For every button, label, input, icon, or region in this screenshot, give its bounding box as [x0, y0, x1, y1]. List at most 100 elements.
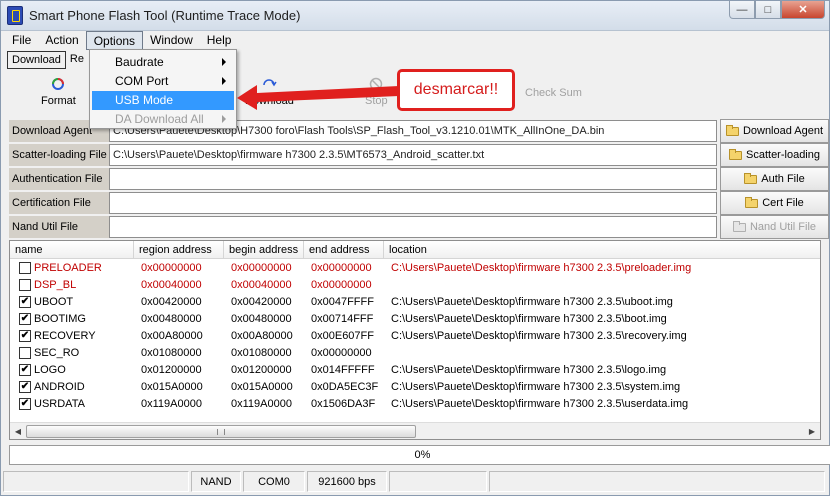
- column-begin-address[interactable]: begin address: [224, 241, 304, 259]
- row-checkbox[interactable]: ✔: [19, 398, 31, 410]
- menu-item-com-port[interactable]: COM Port: [92, 72, 234, 91]
- column-location[interactable]: location: [384, 241, 820, 259]
- auth-field[interactable]: [109, 168, 717, 190]
- checksum-button[interactable]: Check Sum: [525, 87, 582, 99]
- auth-button[interactable]: Auth File: [720, 167, 829, 191]
- app-icon: [7, 6, 23, 25]
- window-title: Smart Phone Flash Tool (Runtime Trace Mo…: [29, 8, 301, 23]
- maximize-button[interactable]: □: [755, 1, 781, 19]
- cell-begin: 0x01200000: [231, 364, 292, 376]
- menu-window[interactable]: Window: [143, 31, 200, 50]
- annotation-callout: desmarcar!!: [397, 69, 515, 111]
- scroll-thumb[interactable]: [26, 425, 416, 438]
- folder-icon: [725, 124, 739, 136]
- table-row[interactable]: PRELOADER 0x00000000 0x00000000 0x00000000 C…: [10, 260, 820, 277]
- cell-begin: 0x00420000: [231, 296, 292, 308]
- download-agent-button[interactable]: Download Agent: [720, 119, 829, 143]
- cell-end: 0x00E607FF: [311, 330, 374, 342]
- row-checkbox[interactable]: ✔: [19, 296, 31, 308]
- annotation-arrow-icon: [237, 85, 399, 110]
- auth-label: Authentication File: [9, 168, 109, 190]
- status-storage: NAND: [191, 471, 241, 492]
- tab-strip: Download Re: [7, 51, 88, 71]
- scatter-field[interactable]: C:\Users\Pauete\Desktop\firmware h7300 2…: [109, 144, 717, 166]
- menu-item-usb-mode[interactable]: USB Mode: [92, 91, 234, 110]
- scatter-button-label: Scatter-loading: [746, 149, 820, 161]
- cell-location: C:\Users\Pauete\Desktop\firmware h7300 2…: [391, 398, 689, 410]
- status-baud: 921600 bps: [307, 471, 387, 492]
- menu-action[interactable]: Action: [38, 31, 85, 50]
- options-menu: Baudrate COM Port USB Mode DA Download A…: [89, 49, 237, 129]
- column-name[interactable]: name: [10, 241, 134, 259]
- cert-button[interactable]: Cert File: [720, 191, 829, 215]
- tab-download[interactable]: Download: [7, 51, 66, 69]
- table-row[interactable]: ✔ USRDATA 0x119A0000 0x119A0000 0x1506DA3F C:…: [10, 396, 820, 413]
- horizontal-scrollbar[interactable]: ◀ ▶: [10, 422, 820, 439]
- row-checkbox[interactable]: [19, 262, 31, 274]
- cell-location: C:\Users\Pauete\Desktop\firmware h7300 2…: [391, 262, 692, 274]
- row-checkbox[interactable]: ✔: [19, 313, 31, 325]
- checksum-label: Check Sum: [525, 87, 582, 99]
- table-row[interactable]: SEC_RO 0x01080000 0x01080000 0x00000000: [10, 345, 820, 362]
- menu-item-da-download-all[interactable]: DA Download All: [92, 110, 234, 129]
- nand-util-button-label: Nand Util File: [749, 221, 817, 233]
- cell-region: 0x00480000: [141, 313, 202, 325]
- cell-name: RECOVERY: [34, 330, 96, 342]
- status-bar: NAND COM0 921600 bps: [1, 469, 829, 495]
- status-cell-empty: [3, 471, 189, 492]
- cell-region: 0x00040000: [141, 279, 202, 291]
- scroll-left-icon[interactable]: ◀: [10, 424, 26, 439]
- grip-icon: [217, 429, 225, 435]
- table-row[interactable]: ✔ UBOOT 0x00420000 0x00420000 0x0047FFFF C:\U…: [10, 294, 820, 311]
- table-row[interactable]: ✔ LOGO 0x01200000 0x01200000 0x014FFFFF C:\Us…: [10, 362, 820, 379]
- cell-end: 0x00000000: [311, 347, 372, 359]
- table-row[interactable]: DSP_BL 0x00040000 0x00040000 0x00000000: [10, 277, 820, 294]
- cert-label: Certification File: [9, 192, 109, 214]
- row-checkbox[interactable]: [19, 279, 31, 291]
- status-port: COM0: [243, 471, 305, 492]
- cert-button-label: Cert File: [762, 197, 804, 209]
- format-button[interactable]: Format: [41, 77, 76, 107]
- cell-end: 0x00714FFF: [311, 313, 374, 325]
- window-controls: — □ ✕: [729, 1, 825, 19]
- baudrate-label: Baudrate: [115, 55, 164, 69]
- menu-item-baudrate[interactable]: Baudrate: [92, 53, 234, 72]
- table-header: name region address begin address end ad…: [10, 241, 820, 259]
- row-checkbox[interactable]: ✔: [19, 381, 31, 393]
- menu-options[interactable]: Options: [85, 31, 144, 50]
- cell-name: PRELOADER: [34, 262, 102, 274]
- cell-location: C:\Users\Pauete\Desktop\firmware h7300 2…: [391, 364, 667, 376]
- table-row[interactable]: ✔ BOOTIMG 0x00480000 0x00480000 0x00714FFF C:…: [10, 311, 820, 328]
- row-checkbox[interactable]: [19, 347, 31, 359]
- scroll-right-icon[interactable]: ▶: [804, 424, 820, 439]
- row-checkbox[interactable]: ✔: [19, 330, 31, 342]
- cell-begin: 0x01080000: [231, 347, 292, 359]
- cell-region: 0x00000000: [141, 262, 202, 274]
- nand-util-field[interactable]: [109, 216, 717, 238]
- nand-util-button[interactable]: Nand Util File: [720, 215, 829, 239]
- scatter-button[interactable]: Scatter-loading: [720, 143, 829, 167]
- menu-help[interactable]: Help: [200, 31, 239, 50]
- cell-region: 0x119A0000: [141, 398, 202, 410]
- scatter-label: Scatter-loading File: [9, 144, 109, 166]
- table-row[interactable]: ✔ RECOVERY 0x00A80000 0x00A80000 0x00E607FF C…: [10, 328, 820, 345]
- column-end-address[interactable]: end address: [304, 241, 384, 259]
- folder-icon: [745, 196, 759, 208]
- row-checkbox[interactable]: ✔: [19, 364, 31, 376]
- menu-file[interactable]: File: [5, 31, 38, 50]
- minimize-button[interactable]: —: [729, 1, 755, 19]
- cell-name: ANDROID: [34, 381, 85, 393]
- cell-name: UBOOT: [34, 296, 74, 308]
- partition-table: name region address begin address end ad…: [9, 240, 821, 440]
- close-button[interactable]: ✕: [781, 1, 825, 19]
- app-window: Smart Phone Flash Tool (Runtime Trace Mo…: [0, 0, 830, 496]
- cell-begin: 0x00040000: [231, 279, 292, 291]
- cell-region: 0x00A80000: [141, 330, 203, 342]
- status-cell-empty: [389, 471, 487, 492]
- cell-end: 0x0047FFFF: [311, 296, 374, 308]
- column-region-address[interactable]: region address: [134, 241, 224, 259]
- table-row[interactable]: ✔ ANDROID 0x015A0000 0x015A0000 0x0DA5EC3F C:…: [10, 379, 820, 396]
- cert-row: Certification File Cert File: [9, 191, 829, 215]
- cert-field[interactable]: [109, 192, 717, 214]
- tab-readback[interactable]: Re: [66, 51, 88, 69]
